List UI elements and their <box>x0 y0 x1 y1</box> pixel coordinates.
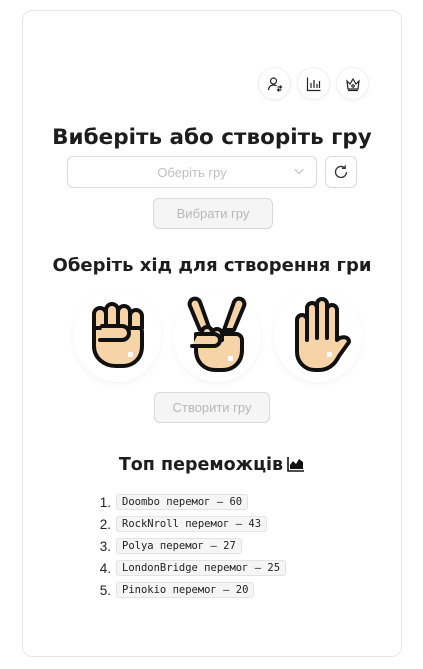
leaderboard-title-text: Топ переможців <box>118 455 284 475</box>
leaderboard-title: Топ переможців <box>23 455 401 475</box>
fist-icon <box>92 302 144 368</box>
move-scissors-button[interactable] <box>173 290 261 382</box>
game-select-placeholder: Оберіть гру <box>157 164 227 180</box>
open-hand-icon <box>295 297 351 372</box>
bar-chart-icon <box>306 77 320 91</box>
list-item: 3. Polya перемог – 27 <box>91 535 286 557</box>
list-item: 4. LondonBridge перемог – 25 <box>91 557 287 579</box>
move-paper-button[interactable] <box>274 290 362 382</box>
list-item: 5. Pinokio перемог – 20 <box>91 579 286 601</box>
rank-number: 3. <box>99 538 111 554</box>
refresh-button[interactable] <box>325 156 357 188</box>
select-game-button[interactable]: Вибрати гру <box>153 198 273 229</box>
rank-number: 4. <box>99 560 111 576</box>
move-rock-button[interactable] <box>73 290 161 382</box>
winner-entry: RockNroll перемог – 43 <box>116 516 268 532</box>
winner-entry: Pinokio перемог – 20 <box>116 582 255 598</box>
user-switch-icon <box>267 76 282 92</box>
victory-hand-icon <box>187 296 247 372</box>
rank-number: 1. <box>99 494 111 510</box>
winner-entry: Doombo перемог – 60 <box>116 494 249 510</box>
list-item: 1. Doombo перемог – 60 <box>91 491 286 513</box>
game-card: Виберіть або створіть гру Оберіть гру Ви… <box>22 10 402 657</box>
rank-number: 2. <box>99 516 111 532</box>
area-chart-icon <box>287 457 305 472</box>
move-prompt: Оберіть хід для створення гри <box>52 255 372 276</box>
leaderboard-list: 1. Doombo перемог – 60 2. RockNroll перемо… <box>91 491 287 601</box>
winner-entry: LondonBridge перемог – 25 <box>116 560 287 576</box>
header-actions <box>258 67 369 100</box>
leaderboard-button[interactable] <box>336 67 369 100</box>
game-select[interactable]: Оберіть гру <box>67 156 317 188</box>
chevron-down-icon <box>294 168 304 175</box>
create-game-button[interactable]: Створити гру <box>154 392 270 423</box>
stats-button[interactable] <box>297 67 330 100</box>
list-item: 2. RockNroll перемог – 43 <box>91 513 286 535</box>
refresh-icon <box>334 165 348 179</box>
rank-number: 5. <box>99 582 111 598</box>
profile-button[interactable] <box>258 67 291 100</box>
page-title: Виберіть або створіть гру <box>52 125 372 150</box>
crown-icon <box>345 77 360 91</box>
winner-entry: Polya перемог – 27 <box>116 538 242 554</box>
